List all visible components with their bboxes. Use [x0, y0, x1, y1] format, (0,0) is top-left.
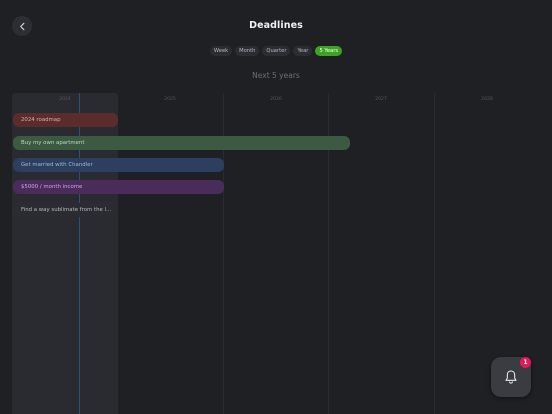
year-label: 2025 [164, 97, 176, 102]
goal-bar-monthly-income[interactable]: $5000 / month income [13, 180, 224, 194]
notification-badge: 1 [520, 357, 531, 368]
tab-year[interactable]: Year [293, 46, 313, 56]
tab-quarter[interactable]: Quarter [262, 46, 291, 56]
tab-month[interactable]: Month [235, 46, 260, 56]
range-selector: Week Month Quarter Year 5 Years [0, 46, 552, 56]
year-divider [434, 93, 435, 414]
year-label: 2026 [270, 97, 282, 102]
bell-icon [505, 370, 517, 384]
goal-bar-get-married[interactable]: Get married with Chandler [13, 158, 224, 172]
timeline: 2024 2025 2026 2027 2028 2024 roadmap Bu… [12, 93, 540, 414]
year-label: 2027 [375, 97, 387, 102]
page-title: Deadlines [249, 20, 303, 31]
year-label: 2024 [59, 97, 71, 102]
tab-5-years[interactable]: 5 Years [315, 46, 343, 56]
year-label: 2028 [481, 97, 493, 102]
goal-bar-buy-apartment[interactable]: Buy my own apartment [13, 136, 350, 150]
tab-week[interactable]: Week [209, 46, 233, 56]
goal-bar-2024-roadmap[interactable]: 2024 roadmap [13, 113, 118, 127]
range-label: Next 5 years [252, 71, 300, 80]
goal-bar-sublimate[interactable]: Find a way sublimate from the last b... [13, 203, 118, 217]
